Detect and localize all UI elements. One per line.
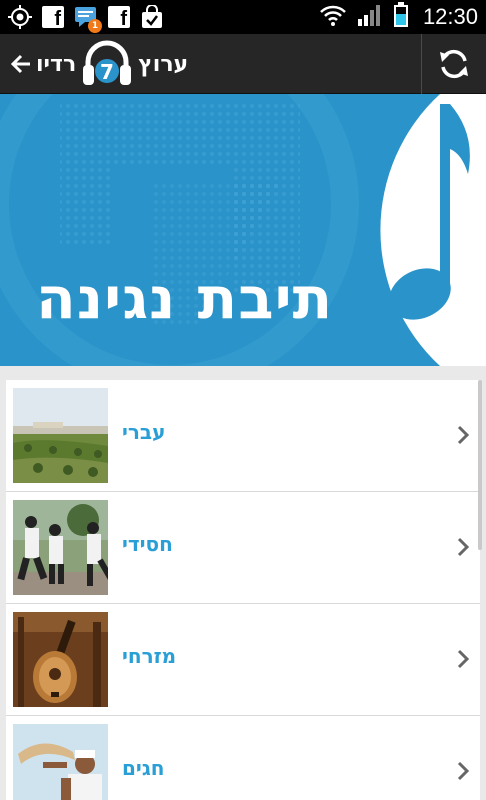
list-item-hagim[interactable]: חגים <box>6 716 480 800</box>
list-item-ivri[interactable]: עברי <box>6 380 480 492</box>
white-circle-shape <box>380 94 486 366</box>
list-item-label: מזרחי <box>122 644 177 668</box>
wifi-icon <box>319 3 347 31</box>
chevron-right-icon <box>457 425 470 445</box>
facebook-icon: f <box>42 6 64 30</box>
chevron-right-icon <box>457 649 470 669</box>
music-note-stem <box>440 104 450 289</box>
system-icons: 12:30 <box>319 2 478 32</box>
list-item-label: עברי <box>122 420 166 444</box>
arutz7-headphones-logo: 7 <box>80 38 134 90</box>
list-item-hasidi[interactable]: חסידי <box>6 492 480 604</box>
refresh-button[interactable] <box>422 34 486 94</box>
refresh-icon[interactable] <box>437 47 471 81</box>
hasidic-dancers-thumbnail <box>13 500 108 595</box>
shofar-blower-thumbnail <box>13 724 108 800</box>
oud-instrument-thumbnail <box>13 612 108 707</box>
location-target-icon <box>8 5 32 29</box>
list-item-mizrahi[interactable]: מזרחי <box>6 604 480 716</box>
scrollbar[interactable] <box>478 380 482 550</box>
action-bar: רדיו 7 ערוץ <box>0 34 486 94</box>
status-bar: f 1 f 12:30 <box>0 0 486 34</box>
logo-number: 7 <box>100 60 114 84</box>
music-box-banner: תיבת נגינה <box>0 94 486 366</box>
hebrew-landscape-thumbnail <box>13 388 108 483</box>
chevron-right-icon <box>457 537 470 557</box>
shopping-bag-check-icon <box>140 4 164 29</box>
notification-icons: f 1 f <box>8 4 164 33</box>
banner-title: תיבת נגינה <box>36 264 334 332</box>
back-arrow-icon[interactable] <box>10 53 32 75</box>
list-item-label: חסידי <box>122 532 173 556</box>
channel-label: ערוץ <box>138 51 189 77</box>
clock: 12:30 <box>422 4 478 29</box>
chat-notification-icon: 1 <box>74 5 102 33</box>
battery-icon <box>393 2 409 32</box>
facebook-icon: f <box>108 6 130 30</box>
genre-list: עברי חסידי מזרחי חגים <box>6 380 480 800</box>
back-button[interactable]: רדיו 7 ערוץ <box>10 38 188 90</box>
signal-icon <box>357 3 383 31</box>
list-item-label: חגים <box>122 756 165 780</box>
radio-label[interactable]: רדיו <box>36 52 76 77</box>
notification-badge: 1 <box>88 19 102 33</box>
chevron-right-icon <box>457 761 470 781</box>
